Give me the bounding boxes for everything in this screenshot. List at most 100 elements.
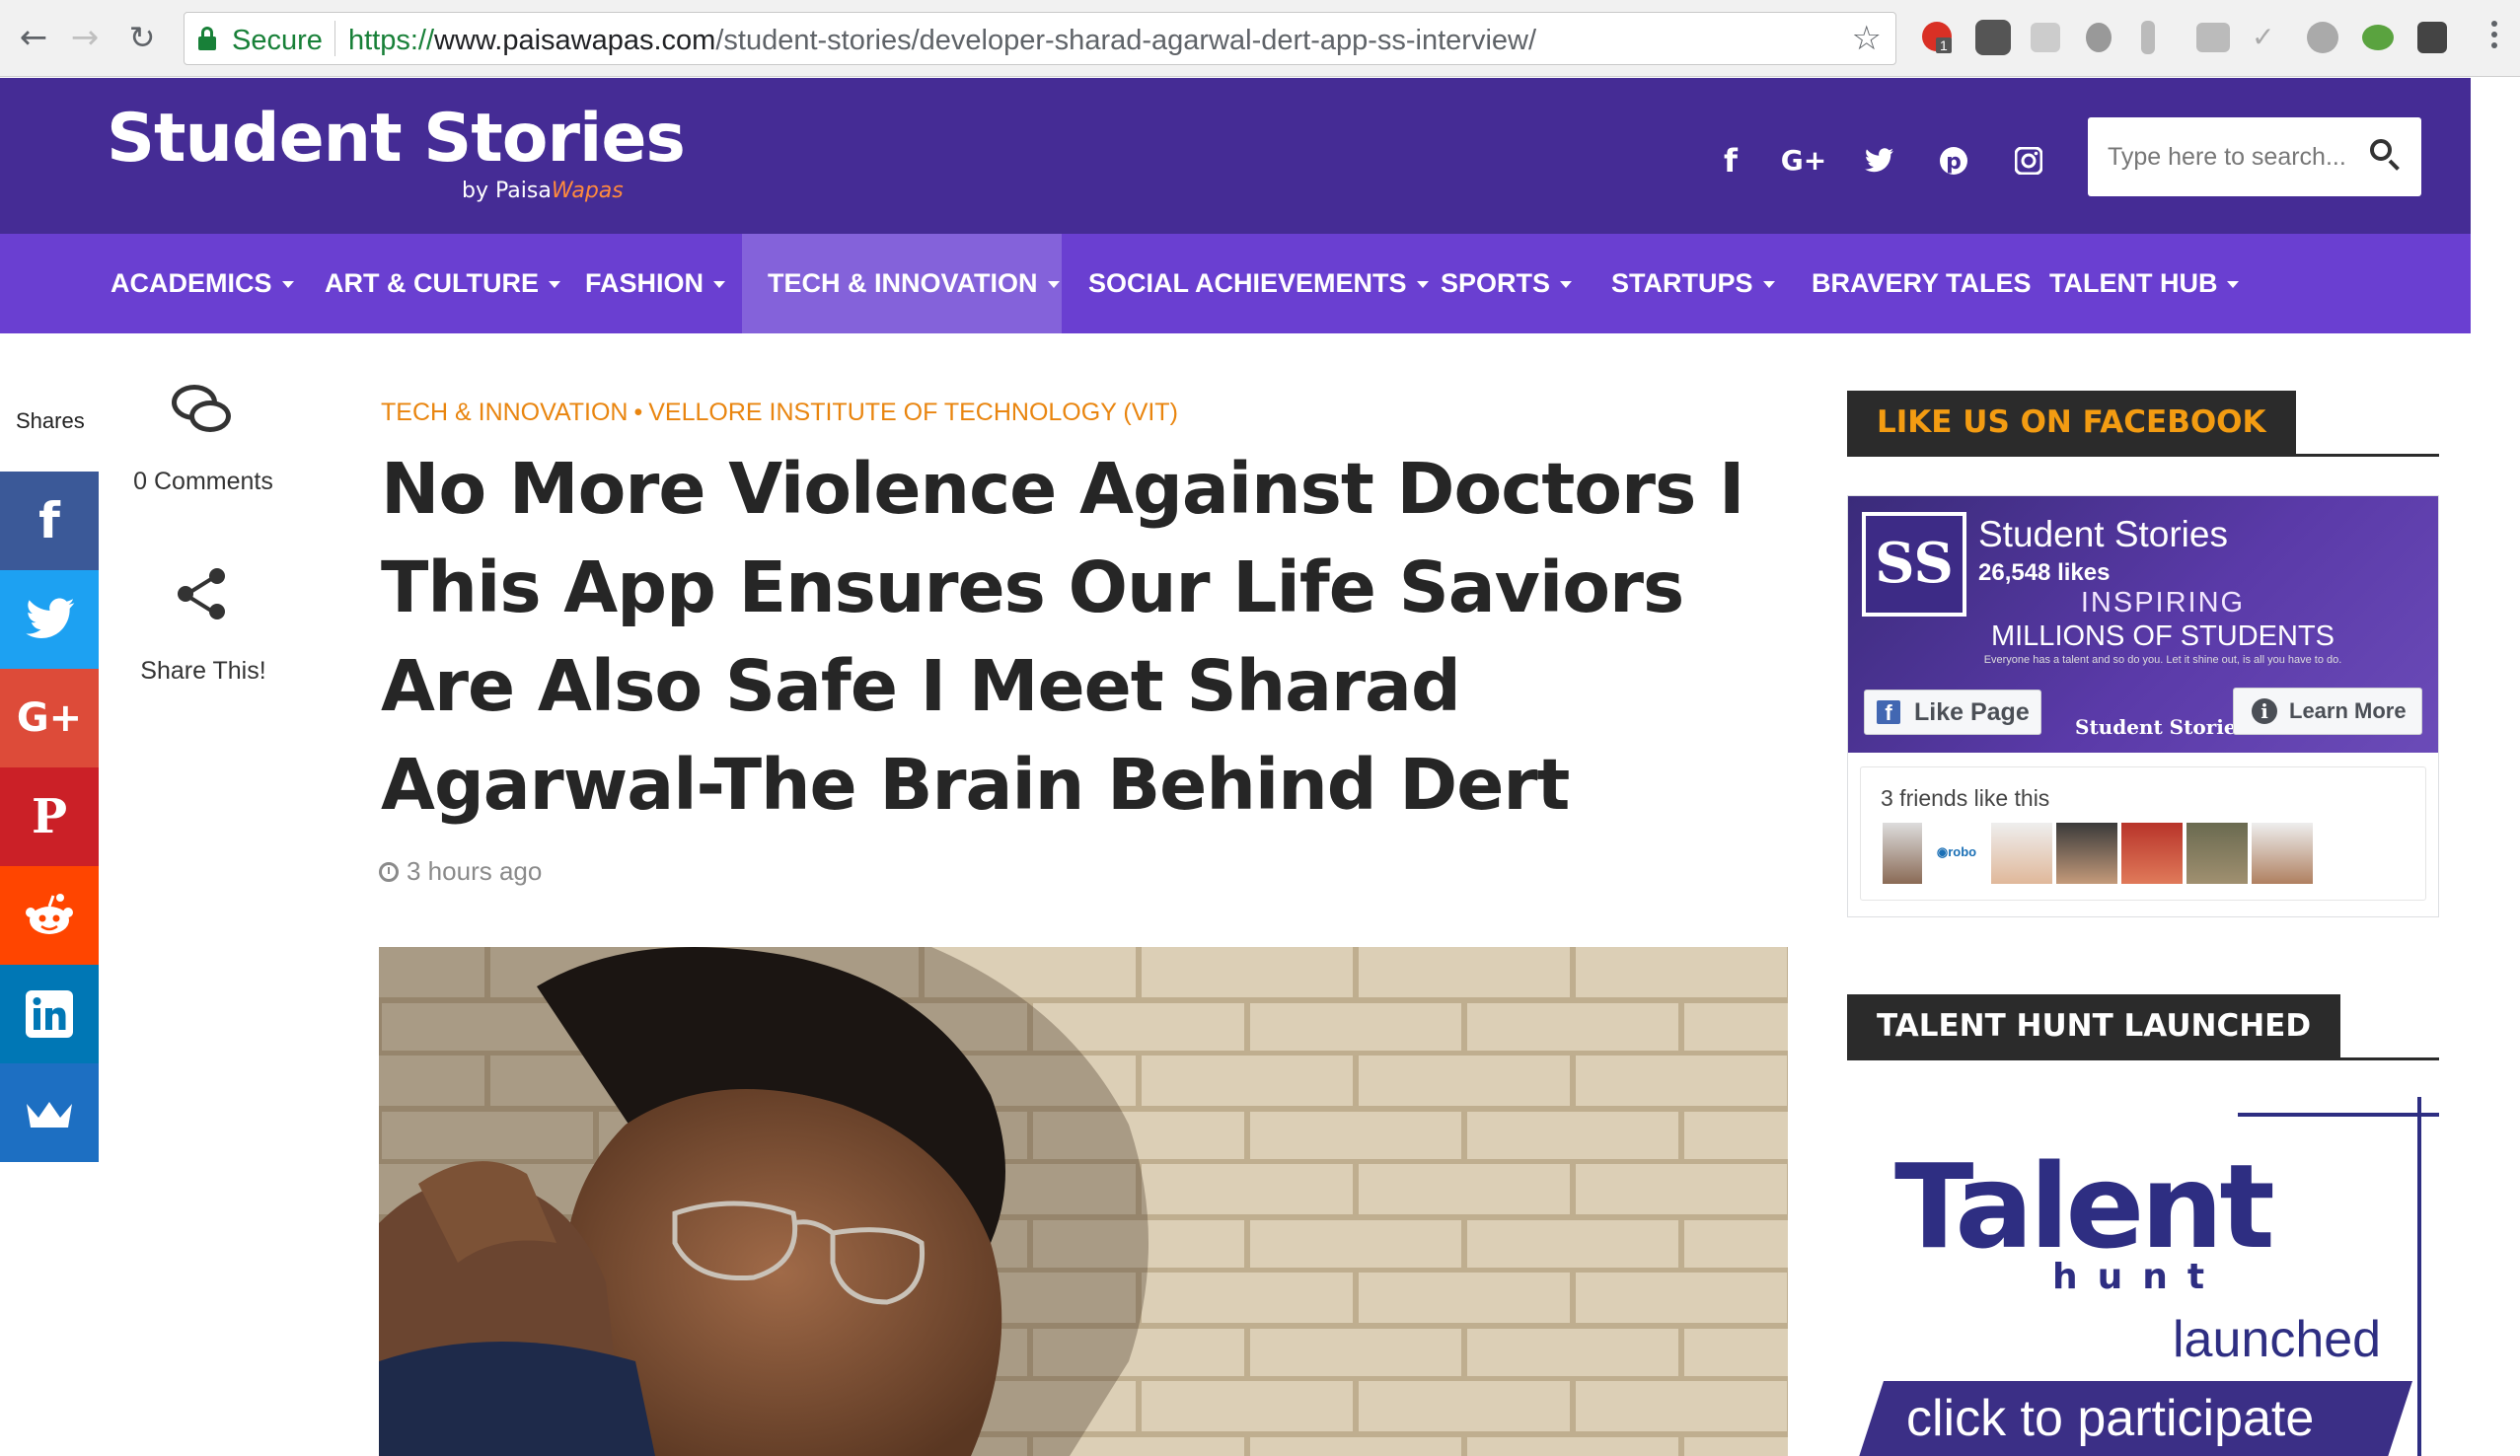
browser-toolbar: ← → ↻ Secure https://www.paisawapas.com/… — [0, 0, 2520, 77]
reddit-icon — [26, 894, 73, 934]
pocket-icon[interactable] — [1975, 20, 2011, 55]
share-icon[interactable] — [176, 566, 229, 619]
instagram-icon[interactable] — [2005, 137, 2052, 184]
share-linkedin-button[interactable] — [0, 965, 99, 1063]
pinterest-icon[interactable]: p — [1930, 137, 1977, 184]
svg-text:P: P — [32, 793, 67, 840]
inbox-extension-icon[interactable] — [2196, 23, 2230, 52]
friend-avatar-robo[interactable]: ◉robo — [1926, 823, 1987, 884]
friends-like-text: 3 friends like this — [1881, 785, 2050, 811]
logo-by-text: by — [462, 179, 495, 203]
browser-menu-icon[interactable] — [2484, 16, 2504, 59]
site-header: Student Stories by PaisaWapas f G+ p — [0, 78, 2471, 234]
ankh-extension-icon[interactable] — [2141, 21, 2155, 54]
twitter-icon[interactable] — [1855, 137, 1902, 184]
search-icon[interactable] — [2368, 137, 2404, 173]
friend-avatar[interactable] — [1883, 823, 1922, 884]
logo-paisa: Paisa — [494, 179, 552, 203]
share-this-label[interactable]: Share This! — [126, 657, 280, 686]
share-pinterest-button[interactable]: P — [0, 767, 99, 866]
cover-page-name: Student Stories — [2075, 715, 2248, 739]
friend-avatar[interactable] — [2252, 823, 2313, 884]
extension-badge: 1 — [1936, 37, 1952, 53]
facebook-page-plugin: SS Student Stories 26,548 likes INSPIRIN… — [1847, 495, 2439, 917]
check-extension-icon[interactable]: ✓ — [2252, 23, 2281, 52]
logo-byline: by PaisaWapas — [462, 179, 624, 203]
talent-widget-title: TALENT HUNT LAUNCHED — [1847, 994, 2341, 1057]
comments-icon[interactable] — [172, 385, 233, 438]
friend-avatar[interactable] — [2186, 823, 2248, 884]
article-title: No More Violence Against Doctors I This … — [381, 448, 1744, 826]
caret-down-icon — [713, 281, 726, 289]
share-google-plus-button[interactable]: G+ — [0, 669, 99, 767]
address-bar[interactable]: Secure https://www.paisawapas.com/studen… — [184, 12, 1896, 65]
secure-label: Secure — [232, 25, 323, 56]
nav-label: BRAVERY TALES — [1812, 268, 2032, 298]
talent-hunt-banner[interactable]: Talent hunt launched click to participat… — [1847, 1095, 2439, 1456]
caret-down-icon — [1560, 281, 1573, 289]
caret-down-icon — [2227, 281, 2240, 289]
nav-item-talent-hub[interactable]: TALENT HUB — [2032, 234, 2257, 333]
twitter-icon — [26, 598, 75, 638]
info-icon: i — [2252, 698, 2277, 724]
caret-down-icon — [1762, 281, 1775, 289]
talent-widget-heading: TALENT HUNT LAUNCHED — [1847, 994, 2439, 1060]
nav-item-tech-innovation[interactable]: TECH & INNOVATION — [742, 234, 1062, 333]
google-plus-icon[interactable]: G+ — [1780, 137, 1827, 184]
facebook-page-name[interactable]: Student Stories — [1978, 514, 2228, 555]
participate-link[interactable]: click to participate — [1906, 1389, 2314, 1448]
subcategory-link[interactable]: VELLORE INSTITUTE OF TECHNOLOGY (VIT) — [648, 399, 1178, 426]
back-arrow-icon[interactable]: ← — [14, 18, 53, 57]
like-page-label: Like Page — [1914, 698, 2030, 726]
url-text[interactable]: https://www.paisawapas.com/student-stori… — [348, 25, 1536, 57]
facebook-likes-count: 26,548 likes — [1978, 559, 2111, 586]
main-navigation: ACADEMICS ART & CULTURE FASHION TECH & I… — [0, 234, 2471, 333]
share-facebook-button[interactable]: f — [0, 472, 99, 570]
forward-arrow-icon[interactable]: → — [65, 18, 105, 57]
reload-icon[interactable]: ↻ — [122, 18, 162, 57]
nav-item-art-culture[interactable]: ART & CULTURE — [307, 234, 578, 333]
nav-item-academics[interactable]: ACADEMICS — [93, 234, 312, 333]
friend-avatar[interactable] — [2121, 823, 2183, 884]
share-sumo-button[interactable] — [0, 1063, 99, 1162]
friend-avatar[interactable] — [2056, 823, 2117, 884]
puzzle-extension-icon[interactable] — [2031, 23, 2060, 52]
article-categories: TECH & INNOVATION • VELLORE INSTITUTE OF T… — [381, 399, 1178, 427]
search-input[interactable] — [2108, 139, 2354, 175]
comments-count[interactable]: 0 Comments — [126, 468, 280, 496]
facebook-icon[interactable]: f — [1707, 137, 1754, 184]
friend-avatar[interactable] — [1991, 823, 2052, 884]
talent-launched-text: launched — [2173, 1311, 2382, 1368]
learn-more-label: Learn More — [2289, 698, 2407, 723]
facebook-widget-heading: LIKE US ON FACEBOOK — [1847, 391, 2439, 457]
share-reddit-button[interactable] — [0, 866, 99, 965]
nav-item-bravery-tales[interactable]: BRAVERY TALES — [1794, 234, 2049, 333]
clock-icon — [379, 862, 399, 882]
cover-tagline-inspiring: INSPIRING — [2080, 587, 2246, 619]
banner-frame-line — [2238, 1113, 2439, 1117]
nav-label: FASHION — [585, 268, 704, 298]
leaf-extension-icon[interactable] — [2362, 25, 2394, 50]
facebook-cover[interactable]: SS Student Stories 26,548 likes INSPIRIN… — [1848, 496, 2438, 753]
password-extension-icon[interactable] — [2417, 22, 2447, 53]
extension-red-icon[interactable]: 1 — [1922, 22, 1952, 53]
facebook-learn-more-button[interactable]: i Learn More — [2233, 688, 2422, 735]
nav-item-startups[interactable]: STARTUPS — [1594, 234, 1793, 333]
pinterest-icon: P — [32, 789, 67, 844]
globe-extension-icon[interactable] — [2307, 22, 2338, 53]
lightbulb-icon[interactable] — [2086, 23, 2112, 52]
nav-label: TALENT HUB — [2049, 268, 2218, 298]
facebook-like-page-button[interactable]: f Like Page — [1864, 690, 2041, 735]
nav-label: SOCIAL ACHIEVEMENTS — [1088, 268, 1407, 298]
nav-item-sports[interactable]: SPORTS — [1423, 234, 1590, 333]
share-twitter-button[interactable] — [0, 570, 99, 669]
nav-item-social-achievements[interactable]: SOCIAL ACHIEVEMENTS — [1071, 234, 1446, 333]
nav-item-fashion[interactable]: FASHION — [567, 234, 743, 333]
google-plus-icon: G+ — [16, 695, 83, 741]
article-hero-image — [379, 947, 1788, 1456]
nav-label: SPORTS — [1441, 268, 1551, 298]
category-link[interactable]: TECH & INNOVATION — [381, 399, 628, 426]
cover-tagline-millions: MILLIONS OF STUDENTS — [1990, 620, 2335, 652]
bookmark-star-icon[interactable]: ☆ — [1852, 19, 1882, 58]
site-logo[interactable]: Student Stories — [107, 100, 686, 178]
